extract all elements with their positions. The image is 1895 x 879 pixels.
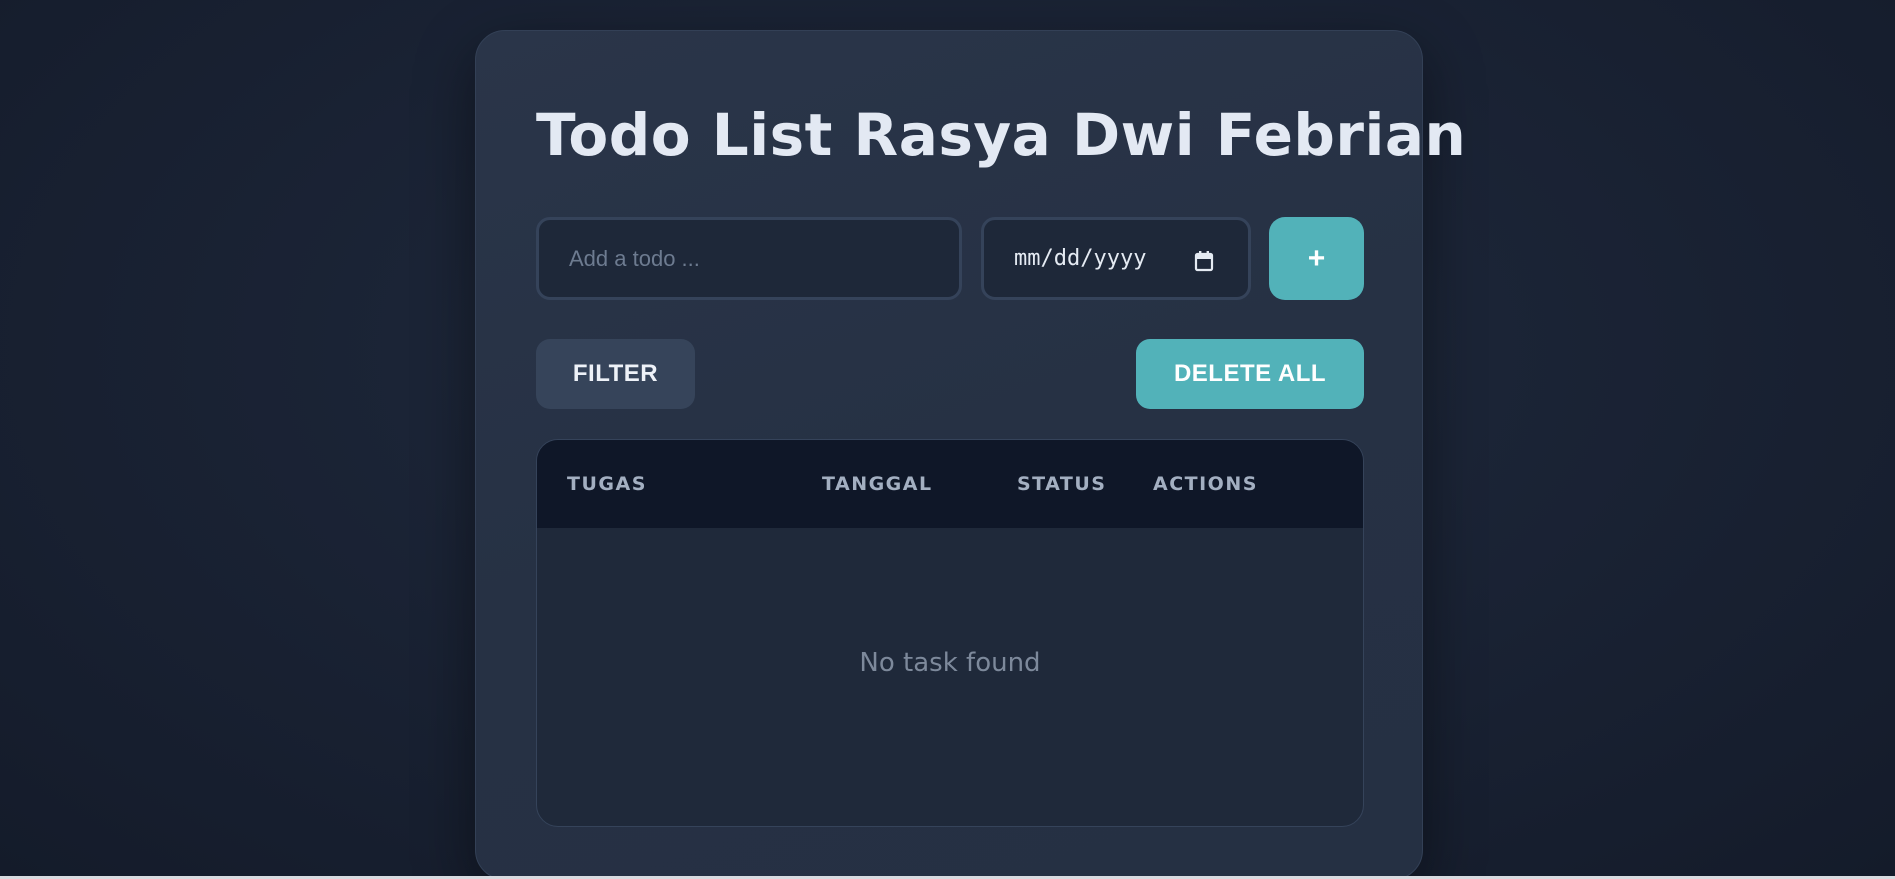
delete-all-button[interactable]: DELETE ALL <box>1136 339 1364 409</box>
page-title: Todo List Rasya Dwi Febrian <box>536 101 1467 169</box>
date-placeholder: mm/dd/yyyy <box>1014 246 1147 271</box>
filter-button[interactable]: FILTER <box>536 339 695 409</box>
column-header-tugas: TUGAS <box>567 473 647 495</box>
column-header-actions: ACTIONS <box>1153 473 1258 495</box>
todo-card: Todo List Rasya Dwi Febrian mm/dd/yyyy +… <box>475 30 1467 879</box>
column-header-status: STATUS <box>1017 473 1107 495</box>
column-header-tanggal: TANGGAL <box>822 473 933 495</box>
table-header: TUGAS TANGGAL STATUS ACTIONS <box>537 440 1363 528</box>
add-todo-button[interactable]: + <box>1269 217 1364 300</box>
page-background: Todo List Rasya Dwi Febrian mm/dd/yyyy +… <box>0 0 1895 879</box>
empty-state-message: No task found <box>859 648 1041 678</box>
todo-input[interactable] <box>536 217 962 300</box>
calendar-icon[interactable] <box>1194 250 1214 272</box>
todo-table: TUGAS TANGGAL STATUS ACTIONS No task fou… <box>536 439 1364 827</box>
date-input[interactable]: mm/dd/yyyy <box>981 217 1251 300</box>
